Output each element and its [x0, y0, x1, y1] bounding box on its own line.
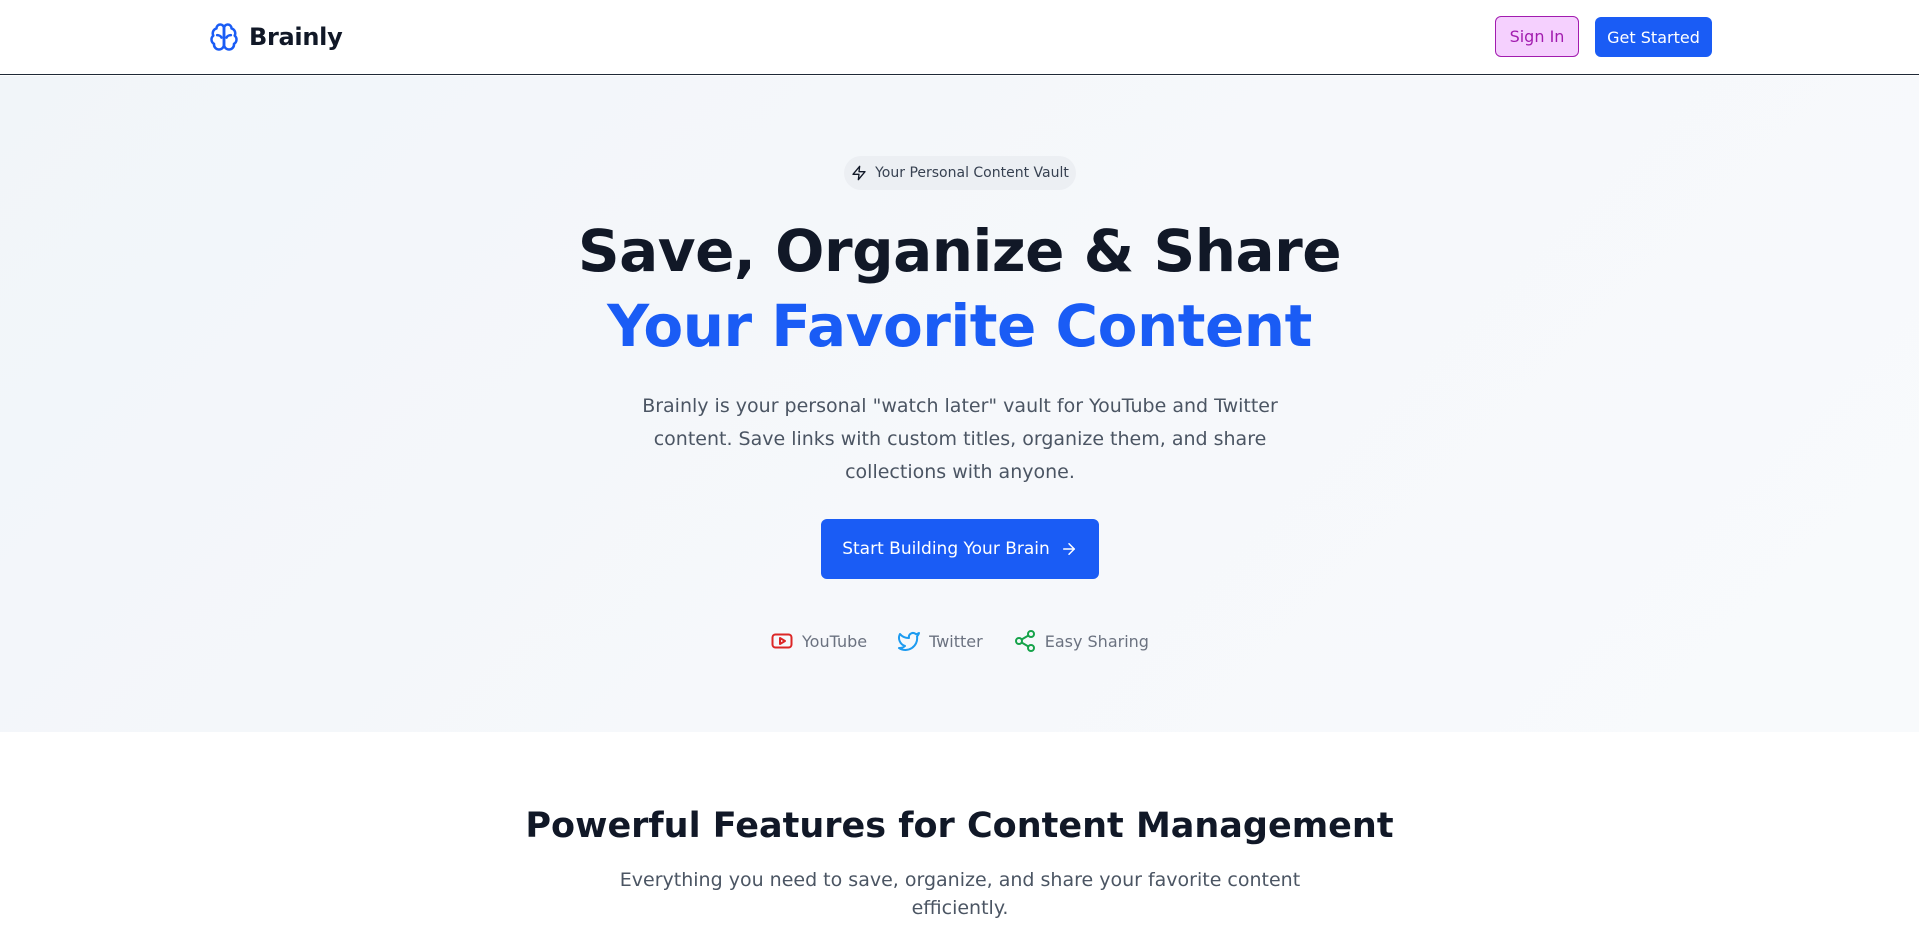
hero-title-line2: Your Favorite Content: [607, 292, 1312, 360]
brand-logo[interactable]: Brainly: [209, 20, 343, 54]
tag-twitter: Twitter: [897, 628, 983, 654]
brand-name: Brainly: [249, 23, 343, 51]
hero-title-line1: Save, Organize & Share: [577, 217, 1342, 285]
hero-section: Your Personal Content Vault Save, Organi…: [0, 76, 1919, 732]
features-subtitle: Everything you need to save, organize, a…: [619, 869, 1301, 919]
arrow-right-icon: [1062, 543, 1075, 555]
hero-badge: Your Personal Content Vault: [844, 156, 1076, 190]
tag-youtube-label: YouTube: [802, 631, 868, 651]
tag-easy-sharing: Easy Sharing: [1013, 628, 1149, 654]
start-building-label: Start Building Your Brain: [842, 539, 1050, 559]
tag-easy-sharing-label: Easy Sharing: [1044, 631, 1149, 651]
top-navbar: Brainly Sign In Get Started: [0, 0, 1919, 75]
share-icon: [1014, 630, 1035, 652]
tag-youtube: YouTube: [770, 628, 867, 654]
features-title: Powerful Features for Content Management: [525, 806, 1394, 846]
youtube-icon: [771, 633, 793, 649]
twitter-icon: [898, 632, 921, 651]
lightning-icon: [852, 165, 866, 181]
hero-platform-tags: YouTube Twitter Easy Sharing: [0, 628, 1919, 654]
start-building-button[interactable]: Start Building Your Brain: [821, 519, 1099, 579]
sign-in-button[interactable]: Sign In: [1495, 16, 1579, 57]
brain-icon: [210, 23, 238, 51]
get-started-button[interactable]: Get Started: [1595, 17, 1712, 57]
hero-badge-label: Your Personal Content Vault: [875, 165, 1069, 181]
tag-twitter-label: Twitter: [929, 631, 983, 651]
hero-description: Brainly is your personal "watch later" v…: [642, 395, 1278, 483]
